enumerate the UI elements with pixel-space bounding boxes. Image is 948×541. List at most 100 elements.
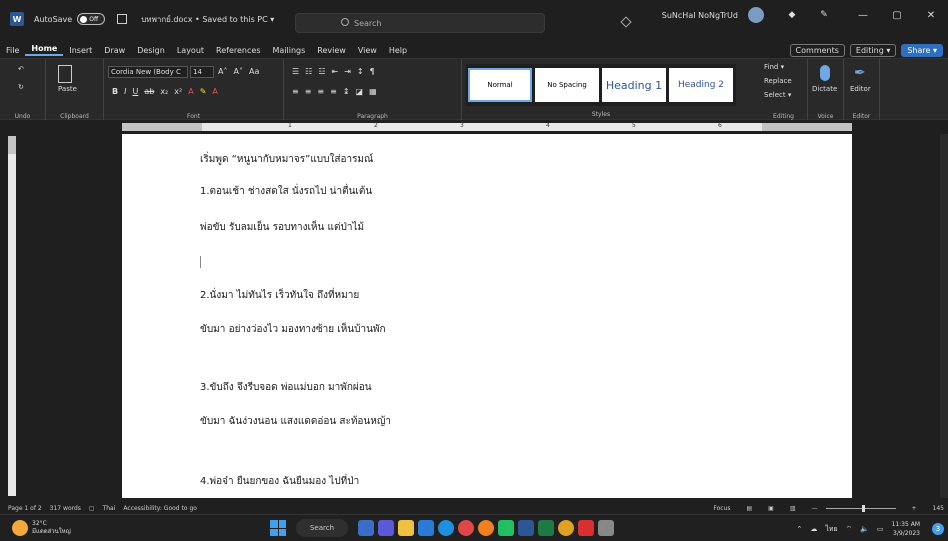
maximize-button[interactable]: ▢ [880,10,914,21]
justify-icon[interactable]: ≡ [330,87,337,96]
tab-mailings[interactable]: Mailings [266,46,311,55]
teams-icon[interactable] [378,520,394,536]
editor-button[interactable]: Editor [850,85,871,93]
align-center-icon[interactable]: ≡ [305,87,312,96]
tab-file[interactable]: File [0,46,25,55]
focus-mode[interactable]: Focus [713,505,730,512]
document-canvas[interactable]: เริ่มพูด “หนูนากับหมาจร”แบบใส่อารมณ์ 1.ต… [18,134,948,498]
font-size-select[interactable]: 14 [190,66,214,78]
select-button[interactable]: Select ▾ [764,91,791,99]
style-normal[interactable]: Normal [468,68,532,102]
zoom-out-icon[interactable]: — [812,505,818,512]
document-page[interactable]: เริ่มพูด “หนูนากับหมาจร”แบบใส่อารมณ์ 1.ต… [122,134,852,498]
editor-pen-icon[interactable]: ✒ [854,65,866,81]
font-color-icon[interactable]: A [212,87,217,96]
style-heading-2[interactable]: Heading 2 [669,68,733,102]
tab-review[interactable]: Review [311,46,352,55]
line-spacing-icon[interactable]: ↨ [343,87,350,96]
save-icon[interactable] [117,14,128,24]
wifi-icon[interactable]: ⌔ [846,525,853,534]
tab-design[interactable]: Design [131,46,171,55]
doc-line[interactable]: 4.พ่อจ๋า ยืนยกของ ฉันยืนมอง ไปที่ป่า [200,474,359,489]
italic-icon[interactable]: I [124,87,126,96]
tab-home[interactable]: Home [25,44,64,56]
align-left-icon[interactable]: ≡ [292,87,299,96]
horizontal-ruler[interactable]: 1 2 3 4 5 6 [0,120,948,134]
taskbar-search[interactable]: Search [296,519,348,537]
zoom-slider[interactable] [825,504,896,512]
tab-insert[interactable]: Insert [63,46,98,55]
cloud-icon[interactable]: ☁ [810,525,817,533]
underline-icon[interactable]: U [132,87,138,96]
style-heading-1[interactable]: Heading 1 [602,68,666,102]
acrobat-icon[interactable] [578,520,594,536]
title-search-box[interactable]: Search [295,13,545,33]
comments-button[interactable]: Comments [789,43,845,57]
doc-line[interactable]: 3.ขับถึง จึงรีบจอด พ่อแม่บอก มาพักผ่อน [200,380,372,395]
sort-icon[interactable]: ↕ [357,67,364,76]
weather-widget[interactable]: 32°C มีแดดส่วนใหญ่ [12,520,71,536]
opera-icon[interactable] [458,520,474,536]
clock[interactable]: 11:35 AM 3/9/2023 [892,520,920,538]
minimize-button[interactable]: — [846,10,880,21]
autosave-control[interactable]: AutoSave Off [34,13,106,25]
print-layout-icon[interactable]: ▣ [768,505,774,512]
tab-view[interactable]: View [352,46,383,55]
font-name-select[interactable]: Cordia New (Body C [108,66,188,78]
vertical-scrollbar[interactable] [940,134,948,498]
shading-icon[interactable]: ◪ [356,87,364,96]
tab-help[interactable]: Help [383,46,413,55]
numbering-icon[interactable]: ☷ [305,67,312,76]
share-button[interactable]: Share ▾ [901,43,943,57]
page-count[interactable]: Page 1 of 2 [8,505,42,512]
shrink-font-icon[interactable]: A˅ [233,67,242,76]
change-case-icon[interactable]: Aa [249,67,259,76]
file-explorer-icon[interactable] [358,520,374,536]
avatar[interactable] [748,7,764,23]
paint-icon[interactable] [598,520,614,536]
doc-line[interactable]: เริ่มพูด “หนูนากับหมาจร”แบบใส่อารมณ์ [200,152,373,167]
multilevel-list-icon[interactable]: ☳ [318,67,325,76]
zoom-in-icon[interactable]: + [912,505,917,512]
grow-font-icon[interactable]: A˄ [218,67,227,76]
read-mode-icon[interactable]: ▤ [747,505,753,512]
autosave-toggle[interactable]: Off [77,13,106,25]
zoom-level[interactable]: 145 [933,505,944,512]
pilcrow-icon[interactable]: ¶ [370,67,375,76]
doc-line[interactable]: ขับมา ฉันง่วงนอน แสงแดดอ่อน สะท้อนหญ้า [200,414,391,429]
line-icon[interactable] [498,520,514,536]
language[interactable]: Thai [103,505,116,512]
tab-references[interactable]: References [210,46,266,55]
edge-icon[interactable] [438,520,454,536]
zoom-slider-thumb[interactable] [861,504,865,512]
style-no-spacing[interactable]: No Spacing [535,68,599,102]
increase-indent-icon[interactable]: ⇥ [344,67,351,76]
highlight-icon[interactable]: ✎ [200,87,207,96]
subscript-icon[interactable]: x₂ [160,87,168,96]
doc-line[interactable]: 2.นั่งมา ไม่ทันไร เร็วทันใจ ถึงที่หมาย [200,288,359,303]
excel-icon[interactable] [538,520,554,536]
folder-icon[interactable] [398,520,414,536]
borders-icon[interactable]: ▦ [369,87,377,96]
start-windows-icon[interactable] [270,520,286,536]
accessibility-status[interactable]: Accessibility: Good to go [123,505,197,512]
copilot-diamond-icon[interactable] [620,16,632,28]
tab-draw[interactable]: Draw [98,46,131,55]
dictate-button[interactable]: Dictate [812,85,837,93]
editing-mode-button[interactable]: Editing ▾ [849,43,897,57]
chrome-icon[interactable] [558,520,574,536]
strikethrough-icon[interactable]: ab [144,87,154,96]
paste-icon[interactable] [58,65,72,83]
redo-icon[interactable]: ↻ [18,83,24,91]
replace-button[interactable]: Replace [764,77,792,85]
input-language[interactable]: ไทย [825,524,837,535]
tray-chevron-icon[interactable]: ⌃ [796,525,802,533]
vertical-ruler[interactable] [8,136,16,496]
web-layout-icon[interactable]: ▥ [790,505,796,512]
bold-icon[interactable]: B [112,87,118,96]
document-title[interactable]: บทพากย์.docx • Saved to this PC ▾ [141,13,274,26]
notification-badge[interactable]: 3 [932,523,944,535]
store-icon[interactable] [418,520,434,536]
superscript-icon[interactable]: x² [174,87,182,96]
volume-icon[interactable]: 🔈 [860,525,869,533]
